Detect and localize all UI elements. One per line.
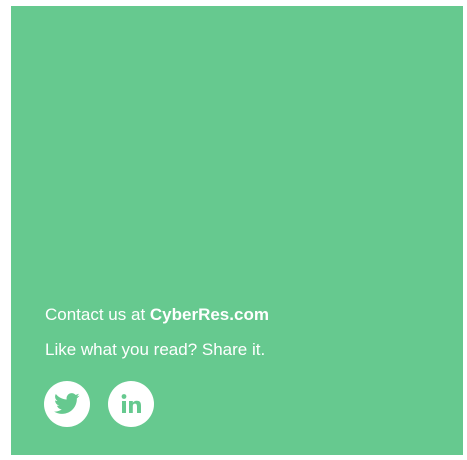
twitter-icon bbox=[54, 393, 80, 414]
contact-line: Contact us at CyberRes.com bbox=[45, 304, 269, 326]
linkedin-icon bbox=[121, 394, 141, 413]
linkedin-share-button[interactable] bbox=[108, 381, 154, 427]
website-link[interactable]: CyberRes.com bbox=[150, 305, 269, 324]
share-prompt: Like what you read? Share it. bbox=[45, 340, 266, 359]
footer-card: Contact us at CyberRes.com Like what you… bbox=[11, 6, 463, 455]
twitter-share-button[interactable] bbox=[44, 381, 90, 427]
contact-prefix: Contact us at bbox=[45, 305, 150, 324]
